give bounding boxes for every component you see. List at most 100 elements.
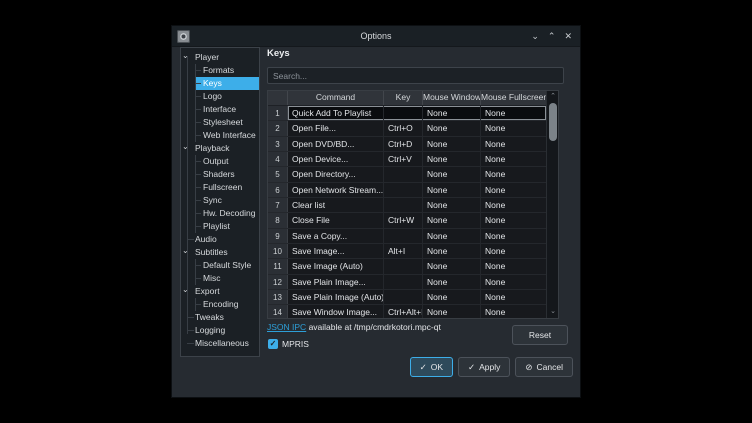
cell-mouse-window[interactable]: None — [423, 290, 481, 304]
titlebar[interactable]: Options ⌄ ⌃ ✕ — [172, 26, 580, 47]
cell-command[interactable]: Save Image... — [288, 244, 384, 258]
sidebar-item-hw-decoding[interactable]: Hw. Decoding — [195, 207, 259, 220]
cell-key[interactable] — [384, 183, 423, 197]
cell-key[interactable] — [384, 229, 423, 243]
chevron-down-icon[interactable]: ⌄ — [182, 140, 189, 153]
sidebar-item-encoding[interactable]: Encoding — [195, 298, 259, 311]
ok-button[interactable]: ✓ OK — [410, 357, 453, 377]
cell-command[interactable]: Open Network Stream... — [288, 183, 384, 197]
json-ipc-link[interactable]: JSON IPC — [267, 322, 306, 332]
chevron-down-icon[interactable]: ⌄ — [182, 283, 189, 296]
scroll-up-icon[interactable]: ⌃ — [547, 92, 559, 102]
cell-mouse-fullscreen[interactable]: None — [481, 121, 546, 135]
table-row[interactable]: 5Open Directory...NoneNone — [268, 167, 546, 182]
cell-mouse-window[interactable]: None — [423, 183, 481, 197]
cell-mouse-window[interactable]: None — [423, 152, 481, 166]
close-icon[interactable]: ✕ — [564, 30, 572, 42]
cell-command[interactable]: Save Window Image... — [288, 305, 384, 318]
sidebar-item-fullscreen[interactable]: Fullscreen — [195, 181, 259, 194]
cell-key[interactable] — [384, 290, 423, 304]
header-mouse-fullscreen[interactable]: Mouse Fullscreen — [481, 91, 546, 105]
sidebar-item-shaders[interactable]: Shaders — [195, 168, 259, 181]
cell-mouse-window[interactable]: None — [423, 259, 481, 273]
cell-mouse-fullscreen[interactable]: None — [481, 137, 546, 151]
cell-key[interactable] — [384, 275, 423, 289]
cell-mouse-fullscreen[interactable]: None — [481, 183, 546, 197]
cell-mouse-window[interactable]: None — [423, 198, 481, 212]
cell-mouse-window[interactable]: None — [423, 305, 481, 318]
cell-mouse-fullscreen[interactable]: None — [481, 305, 546, 318]
cell-key[interactable] — [384, 198, 423, 212]
search-input[interactable] — [267, 67, 564, 84]
cancel-button[interactable]: ⊘ Cancel — [515, 357, 573, 377]
minimize-icon[interactable]: ⌄ — [531, 30, 539, 42]
sidebar-item-misc[interactable]: Misc — [195, 272, 259, 285]
cell-command[interactable]: Save a Copy... — [288, 229, 384, 243]
table-row[interactable]: 8Close FileCtrl+WNoneNone — [268, 213, 546, 228]
cell-key[interactable] — [384, 259, 423, 273]
cell-command[interactable]: Open Device... — [288, 152, 384, 166]
cell-mouse-fullscreen[interactable]: None — [481, 106, 546, 120]
cell-mouse-fullscreen[interactable]: None — [481, 167, 546, 181]
cell-key[interactable]: Ctrl+V — [384, 152, 423, 166]
cell-mouse-fullscreen[interactable]: None — [481, 290, 546, 304]
table-row[interactable]: 7Clear listNoneNone — [268, 198, 546, 213]
table-scrollbar[interactable]: ⌃ ⌄ — [546, 91, 559, 318]
table-row[interactable]: 3Open DVD/BD...Ctrl+DNoneNone — [268, 137, 546, 152]
chevron-down-icon[interactable]: ⌄ — [182, 244, 189, 257]
cell-key[interactable]: Ctrl+W — [384, 213, 423, 227]
sidebar-item-formats[interactable]: Formats — [195, 64, 259, 77]
cell-mouse-fullscreen[interactable]: None — [481, 198, 546, 212]
sidebar-item-logging[interactable]: Logging — [195, 324, 259, 337]
table-row[interactable]: 1Quick Add To PlaylistNoneNone — [268, 106, 546, 121]
scroll-down-icon[interactable]: ⌄ — [547, 307, 559, 317]
table-row[interactable]: 10Save Image...Alt+INoneNone — [268, 244, 546, 259]
table-row[interactable]: 11Save Image (Auto)NoneNone — [268, 259, 546, 274]
sidebar-item-output[interactable]: Output — [195, 155, 259, 168]
cell-key[interactable]: Ctrl+O — [384, 121, 423, 135]
cell-key[interactable]: Alt+I — [384, 244, 423, 258]
cell-command[interactable]: Quick Add To Playlist — [288, 106, 384, 120]
sidebar-item-sync[interactable]: Sync — [195, 194, 259, 207]
table-row[interactable]: 14Save Window Image...Ctrl+Alt+INoneNone — [268, 305, 546, 318]
header-command[interactable]: Command — [288, 91, 384, 105]
sidebar-item-playlist[interactable]: Playlist — [195, 220, 259, 233]
sidebar-item-web-interface[interactable]: Web Interface — [195, 129, 259, 142]
mpris-row[interactable]: ✓ MPRIS — [268, 339, 309, 349]
apply-button[interactable]: ✓ Apply — [458, 357, 510, 377]
cell-mouse-window[interactable]: None — [423, 121, 481, 135]
reset-button[interactable]: Reset — [512, 325, 568, 345]
table-row[interactable]: 6Open Network Stream...NoneNone — [268, 183, 546, 198]
sidebar-item-audio[interactable]: Audio — [195, 233, 259, 246]
sidebar-item-stylesheet[interactable]: Stylesheet — [195, 116, 259, 129]
sidebar-item-playback[interactable]: ⌄Playback — [195, 142, 259, 155]
sidebar-item-keys[interactable]: Keys — [195, 77, 259, 90]
cell-mouse-fullscreen[interactable]: None — [481, 275, 546, 289]
cell-command[interactable]: Save Image (Auto) — [288, 259, 384, 273]
header-key[interactable]: Key — [384, 91, 423, 105]
table-row[interactable]: 4Open Device...Ctrl+VNoneNone — [268, 152, 546, 167]
cell-key[interactable] — [384, 106, 423, 120]
sidebar-item-interface[interactable]: Interface — [195, 103, 259, 116]
cell-mouse-fullscreen[interactable]: None — [481, 229, 546, 243]
cell-command[interactable]: Save Plain Image (Auto) — [288, 290, 384, 304]
cell-mouse-window[interactable]: None — [423, 106, 481, 120]
table-row[interactable]: 2Open File...Ctrl+ONoneNone — [268, 121, 546, 136]
cell-key[interactable]: Ctrl+Alt+I — [384, 305, 423, 318]
cell-mouse-fullscreen[interactable]: None — [481, 213, 546, 227]
cell-command[interactable]: Close File — [288, 213, 384, 227]
sidebar-item-subtitles[interactable]: ⌄Subtitles — [195, 246, 259, 259]
cell-mouse-fullscreen[interactable]: None — [481, 259, 546, 273]
table-row[interactable]: 12Save Plain Image...NoneNone — [268, 275, 546, 290]
sidebar-item-export[interactable]: ⌄Export — [195, 285, 259, 298]
cell-mouse-window[interactable]: None — [423, 167, 481, 181]
sidebar-item-miscellaneous[interactable]: Miscellaneous — [195, 337, 259, 350]
chevron-down-icon[interactable]: ⌄ — [182, 49, 189, 62]
cell-mouse-window[interactable]: None — [423, 213, 481, 227]
sidebar-item-default-style[interactable]: Default Style — [195, 259, 259, 272]
maximize-icon[interactable]: ⌃ — [548, 30, 556, 42]
cell-command[interactable]: Clear list — [288, 198, 384, 212]
scrollbar-thumb[interactable] — [549, 103, 557, 141]
sidebar-item-logo[interactable]: Logo — [195, 90, 259, 103]
cell-command[interactable]: Save Plain Image... — [288, 275, 384, 289]
